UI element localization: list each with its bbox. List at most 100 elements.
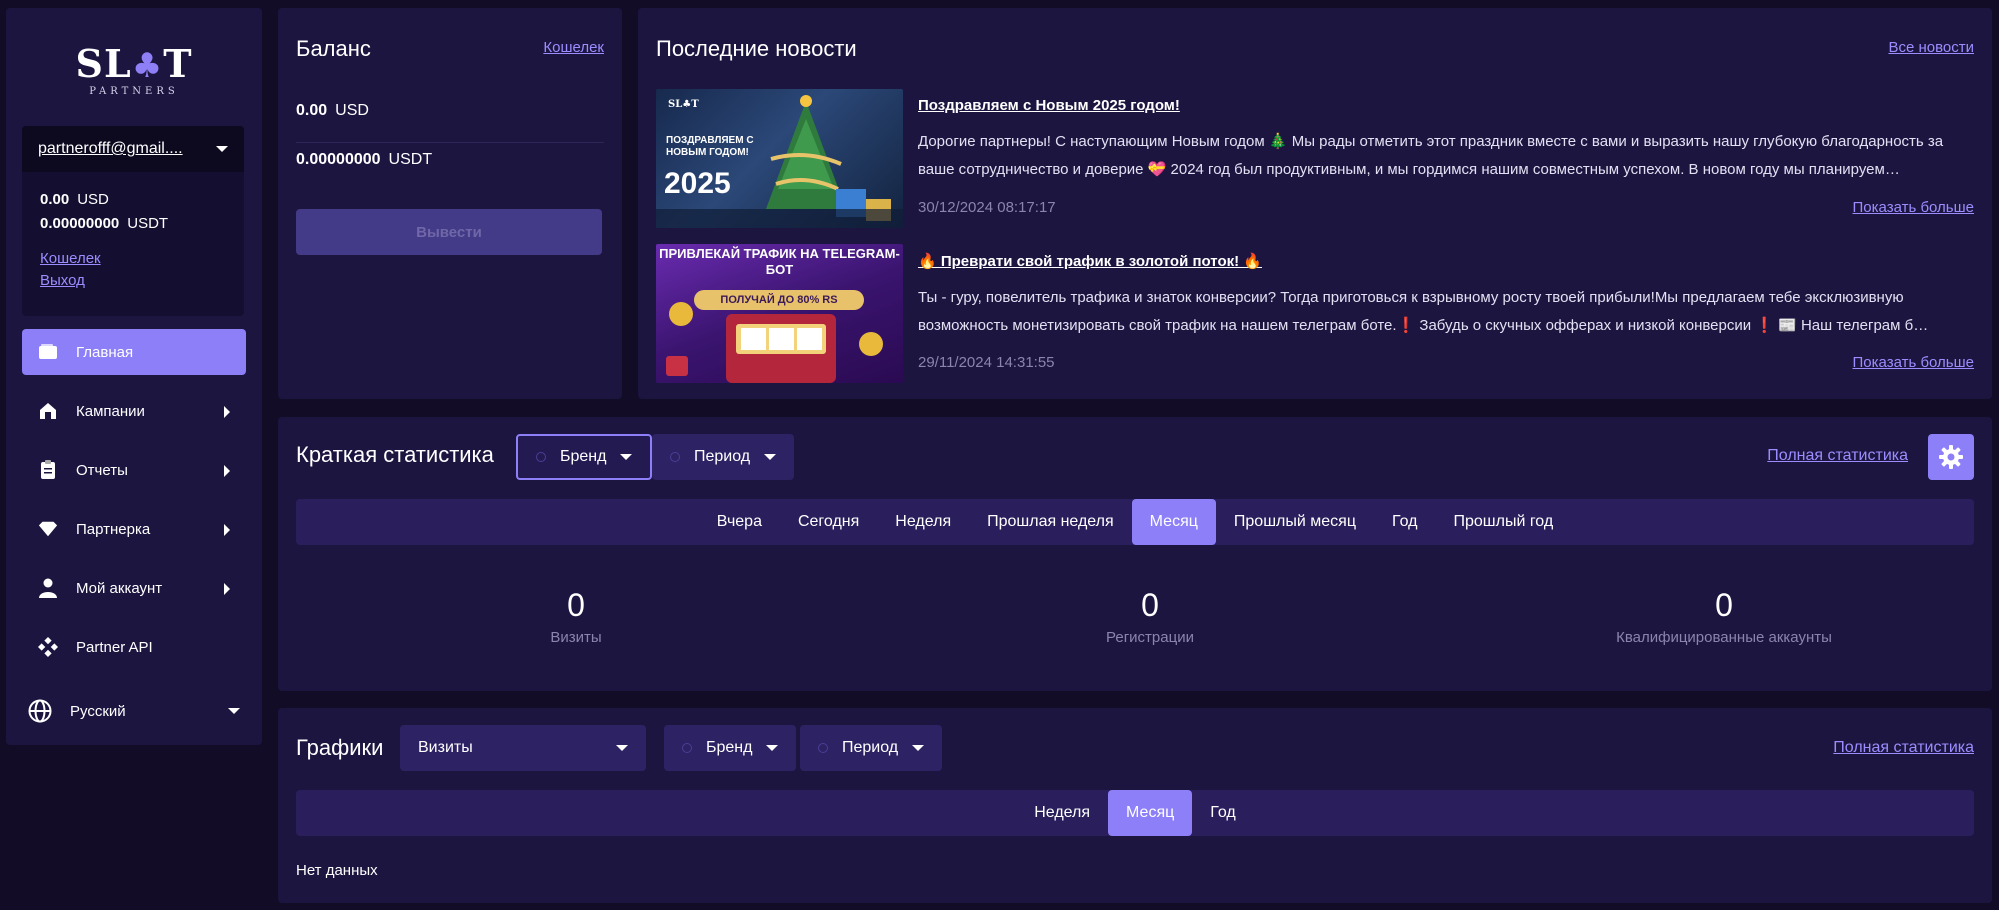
period-filter-label: Период xyxy=(842,739,899,756)
tab-month[interactable]: Месяц xyxy=(1108,790,1193,836)
chevron-down-icon xyxy=(620,454,633,460)
language-label: Русский xyxy=(70,702,126,720)
metric-registrations: 0 Регистрации xyxy=(950,585,1350,646)
balance-row-usd: 0.00 USD xyxy=(296,102,604,143)
news-image[interactable]: ПРИВЛЕКАЙ ТРАФИК НА TELEGRAM-БОТ ПОЛУЧАЙ… xyxy=(656,244,903,383)
metric-label: Квалифицированные аккаунты xyxy=(1616,629,1832,646)
clipboard-icon xyxy=(38,460,58,480)
tab-last-month[interactable]: Прошлый месяц xyxy=(1216,499,1374,545)
tab-year[interactable]: Год xyxy=(1192,790,1253,836)
logo-text-right: T xyxy=(163,41,193,86)
logout-link[interactable]: Выход xyxy=(40,272,226,289)
news-item: SL♣T ПОЗДРАВЛЯЕМ С НОВЫМ ГОДОМ! 2025 Поз… xyxy=(656,89,1974,228)
chevron-right-icon xyxy=(224,406,230,418)
balance-currency: USDT xyxy=(127,215,169,232)
balance-amount: 0.00000000 xyxy=(40,215,120,232)
nav-label: Кампании xyxy=(76,402,145,420)
period-filter-label: Период xyxy=(694,448,751,465)
status-dot-icon xyxy=(682,743,692,753)
nav-item-partner-api[interactable]: Partner API xyxy=(22,624,246,670)
logo-wordmark: SL♣T xyxy=(6,41,262,87)
news-image-subcaption: ПОЛУЧАЙ ДО 80% RS xyxy=(694,290,864,310)
nav-label: Partner API xyxy=(76,638,153,656)
show-more-link[interactable]: Показать больше xyxy=(1853,199,1974,216)
chevron-down-icon xyxy=(216,146,228,152)
news-image-caption: ПОЗДРАВЛЯЕМ С НОВЫМ ГОДОМ! xyxy=(666,135,754,158)
metric-label: Регистрации xyxy=(1106,629,1194,646)
balance-currency: USD xyxy=(77,191,109,208)
diamond-icon xyxy=(38,519,58,539)
chevron-right-icon xyxy=(224,583,230,595)
news-item-title[interactable]: Поздравляем с Новым 2025 годом! xyxy=(918,97,1974,114)
news-item-text: Ты - гуру, повелитель трафика и знаток к… xyxy=(918,289,1929,334)
charts-card: Графики Визиты Бренд Период Полная стати… xyxy=(278,708,1992,903)
metric-value: 0 xyxy=(567,587,585,623)
metric-select[interactable]: Визиты xyxy=(400,725,646,771)
balance-title: Баланс xyxy=(296,36,371,61)
club-icon: ♣ xyxy=(131,46,164,86)
nav-label: Мой аккаунт xyxy=(76,579,163,597)
nav-item-campaigns[interactable]: Кампании xyxy=(22,388,246,434)
news-item-date: 30/12/2024 08:17:17 xyxy=(918,199,1056,216)
store-icon xyxy=(38,401,58,421)
full-stats-link[interactable]: Полная статистика xyxy=(1767,447,1908,465)
balance-amount: 0.00 xyxy=(296,102,328,119)
chevron-right-icon xyxy=(224,465,230,477)
tab-yesterday[interactable]: Вчера xyxy=(699,499,780,545)
brand-filter[interactable]: Бренд xyxy=(516,434,653,480)
api-icon xyxy=(38,637,58,657)
nav-item-home[interactable]: Главная xyxy=(22,329,246,375)
news-image-caption: ПРИВЛЕКАЙ ТРАФИК НА TELEGRAM-БОТ xyxy=(659,246,900,277)
period-filter[interactable]: Период xyxy=(800,725,943,771)
full-stats-link[interactable]: Полная статистика xyxy=(1833,739,1974,757)
tab-last-year[interactable]: Прошлый год xyxy=(1435,499,1571,545)
account-balance-usdt: 0.00000000 USDT xyxy=(40,212,226,236)
nav-item-my-account[interactable]: Мой аккаунт xyxy=(22,565,246,611)
status-dot-icon xyxy=(536,452,546,462)
tab-month[interactable]: Месяц xyxy=(1131,499,1216,545)
status-dot-icon xyxy=(818,743,828,753)
language-selector[interactable]: Русский xyxy=(28,694,242,728)
news-image[interactable]: SL♣T ПОЗДРАВЛЯЕМ С НОВЫМ ГОДОМ! 2025 xyxy=(656,89,903,228)
chevron-right-icon xyxy=(224,524,230,536)
news-item-title[interactable]: 🔥 Преврати свой трафик в золотой поток! … xyxy=(918,252,1974,270)
nav-item-partnership[interactable]: Партнерка xyxy=(22,506,246,552)
wallet-link[interactable]: Кошелек xyxy=(543,39,604,56)
nav-label: Главная xyxy=(76,343,134,361)
wallet-link[interactable]: Кошелек xyxy=(40,250,226,267)
tab-week[interactable]: Неделя xyxy=(877,499,969,545)
tab-week[interactable]: Неделя xyxy=(1016,790,1108,836)
gear-icon xyxy=(1939,445,1963,469)
status-dot-icon xyxy=(670,452,680,462)
withdraw-button[interactable]: Вывести xyxy=(296,209,602,255)
brand-filter[interactable]: Бренд xyxy=(664,725,797,771)
balance-card: Баланс Кошелек 0.00 USD 0.00000000 USDT Вы… xyxy=(278,8,622,399)
tab-year[interactable]: Год xyxy=(1374,499,1435,545)
chevron-down-icon xyxy=(764,454,777,460)
show-more-link[interactable]: Показать больше xyxy=(1853,354,1974,371)
balance-currency: USD xyxy=(335,102,369,119)
account-dropdown[interactable]: partnerofff@gmail.... xyxy=(22,126,244,172)
sidebar: SL♣T PARTNERS partnerofff@gmail.... 0.00… xyxy=(6,8,262,745)
chevron-down-icon xyxy=(766,745,779,751)
news-item-date: 29/11/2024 14:31:55 xyxy=(918,354,1055,371)
metric-value: 0 xyxy=(1715,587,1733,623)
logo[interactable]: SL♣T PARTNERS xyxy=(6,41,262,98)
balance-amount: 0.00000000 xyxy=(296,151,381,168)
account-email[interactable]: partnerofff@gmail.... xyxy=(38,140,203,158)
account-links: Кошелек Выход xyxy=(22,236,244,289)
nav-label: Партнерка xyxy=(76,520,151,538)
tab-today[interactable]: Сегодня xyxy=(780,499,877,545)
stats-card: Краткая статистика Бренд Период Полная с… xyxy=(278,417,1992,691)
main-nav: Главная Кампании Отчеты Партнерка Мой ак… xyxy=(22,329,246,683)
account-balance-usd: 0.00 USD xyxy=(40,188,226,212)
period-filter[interactable]: Период xyxy=(652,434,795,480)
nav-item-reports[interactable]: Отчеты xyxy=(22,447,246,493)
all-news-link[interactable]: Все новости xyxy=(1888,39,1974,56)
settings-button[interactable] xyxy=(1928,434,1974,480)
chevron-down-icon xyxy=(912,745,925,751)
news-image-logo: SL♣T xyxy=(668,99,699,110)
tab-last-week[interactable]: Прошлая неделя xyxy=(969,499,1132,545)
news-item-text: Дорогие партнеры! С наступающим Новым го… xyxy=(918,133,1944,178)
stats-title: Краткая статистика xyxy=(296,442,494,467)
